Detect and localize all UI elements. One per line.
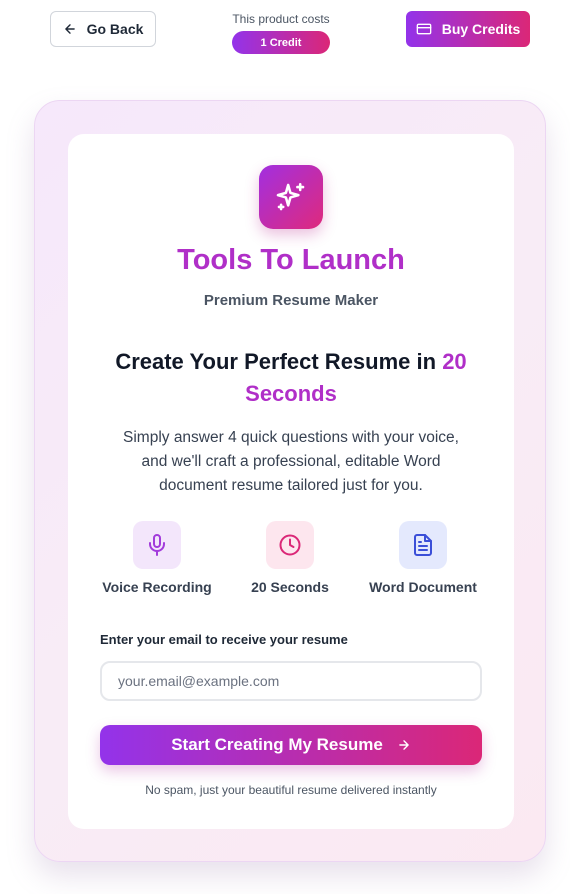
- go-back-label: Go Back: [86, 21, 144, 37]
- feature-word-document: Word Document: [358, 521, 488, 595]
- resume-maker-panel: Tools To Launch Premium Resume Maker Cre…: [68, 134, 514, 829]
- headline-text: Create Your Perfect Resume in: [115, 349, 443, 374]
- footnote: No spam, just your beautiful resume deli…: [145, 783, 437, 797]
- brand-logo: [259, 165, 323, 229]
- email-input[interactable]: [100, 661, 482, 701]
- cost-badge: 1 Credit: [232, 31, 330, 54]
- arrow-left-icon: [64, 24, 75, 34]
- resume-maker-card: Tools To Launch Premium Resume Maker Cre…: [34, 100, 546, 862]
- feature-voice-recording: Voice Recording: [92, 521, 222, 595]
- arrow-right-icon: [399, 740, 409, 750]
- page-headline: Create Your Perfect Resume in 20 Seconds: [88, 346, 494, 410]
- buy-credits-label: Buy Credits: [441, 21, 521, 37]
- go-back-button[interactable]: Go Back: [50, 11, 156, 47]
- feature-label: 20 Seconds: [251, 579, 329, 595]
- start-creating-label: Start Creating My Resume: [171, 735, 383, 754]
- brand-subtitle: Premium Resume Maker: [203, 292, 379, 309]
- microphone-icon: [149, 534, 165, 556]
- feature-label: Voice Recording: [102, 579, 212, 595]
- feature-20-seconds: 20 Seconds: [225, 521, 355, 595]
- cost-label: This product costs: [232, 12, 330, 26]
- buy-credits-button[interactable]: Buy Credits: [406, 11, 530, 47]
- page-description: Simply answer 4 quick questions with you…: [123, 429, 459, 494]
- start-creating-button[interactable]: Start Creating My Resume: [100, 725, 482, 765]
- document-icon: [414, 534, 432, 556]
- brand-title: Tools To Launch: [177, 244, 405, 276]
- product-cost: This product costs 1 Credit: [232, 12, 330, 54]
- clock-icon: [279, 534, 301, 556]
- feature-label: Word Document: [369, 579, 477, 595]
- sparkles-icon: [276, 182, 305, 211]
- email-label: Enter your email to receive your resume: [100, 632, 348, 647]
- credit-card-icon: [416, 23, 432, 35]
